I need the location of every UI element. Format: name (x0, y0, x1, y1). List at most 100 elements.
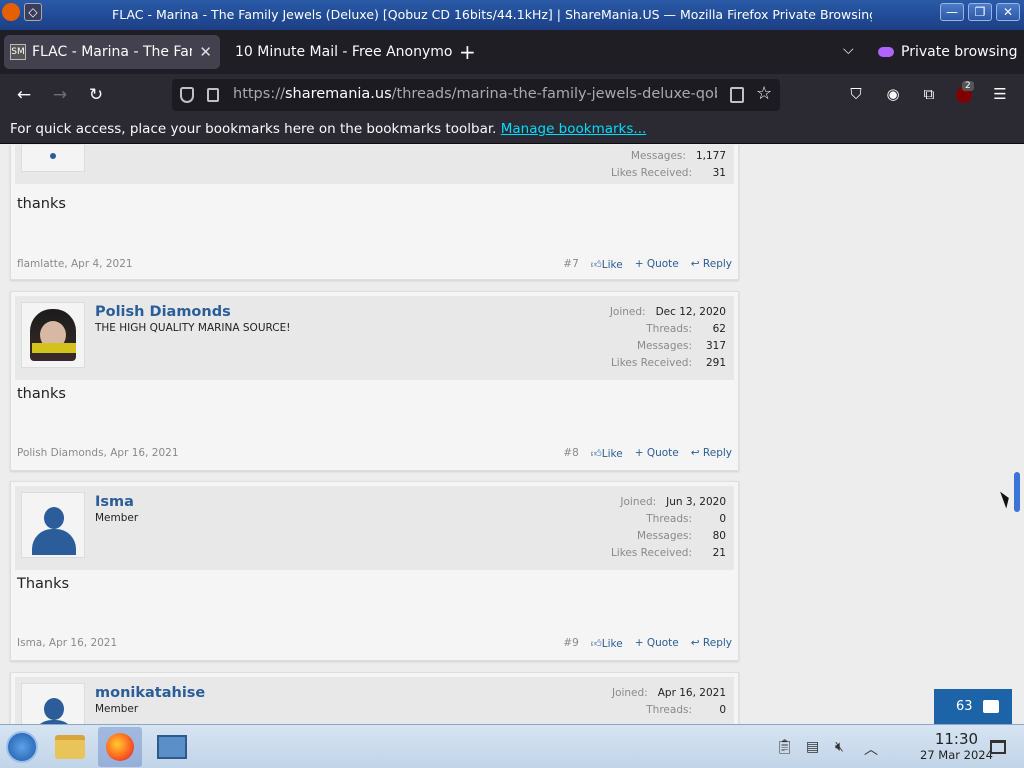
user-avatar[interactable] (21, 145, 85, 172)
tab-10minutemail[interactable]: 10 Minute Mail - Free Anonymous Temporar… (226, 35, 454, 69)
chat-count: 63 (956, 699, 973, 714)
ublock-badge: 2 (962, 81, 974, 91)
post-author-date[interactable]: Isma, Apr 16, 2021 (17, 637, 117, 649)
user-avatar[interactable] (21, 492, 85, 558)
quote-button[interactable]: + Quote (635, 447, 679, 460)
device-tray-icon[interactable]: ▤ (806, 739, 819, 755)
page-content: Messages: 1,177 Likes Received: 31 thanks … (0, 145, 1024, 724)
post-footer: flamlatte, Apr 4, 2021 #7 👍︎Like + Quote… (17, 258, 732, 271)
post-body: thanks (17, 196, 66, 212)
forward-button[interactable]: → (48, 84, 72, 106)
user-avatar[interactable] (21, 302, 85, 368)
forum-post: Isma Member Joined: Jun 3, 2020 Threads: 0… (10, 481, 739, 661)
username-link[interactable]: monikatahise (95, 685, 205, 701)
window-title: FLAC - Marina - The Family Jewels (Delux… (112, 7, 872, 22)
like-button[interactable]: 👍︎Like (591, 258, 623, 271)
username-link[interactable]: Polish Diamonds (95, 304, 231, 320)
user-title: Member (95, 512, 139, 524)
new-tab-button[interactable]: + (459, 42, 476, 62)
firefox-icon[interactable] (2, 3, 20, 21)
clipboard-tray-icon[interactable]: 📋︎ (776, 739, 794, 755)
private-browsing-label: Private browsing (901, 44, 1018, 60)
start-orb-icon (6, 731, 38, 763)
lock-icon[interactable] (207, 88, 219, 102)
show-desktop-icon[interactable] (990, 740, 1006, 754)
quote-button[interactable]: + Quote (635, 258, 679, 271)
close-window-button[interactable]: ✕ (996, 3, 1020, 21)
reply-button[interactable]: ↩ Reply (691, 447, 732, 460)
window-menu-icon[interactable]: ◇ (24, 3, 42, 21)
chat-button[interactable]: 63 (934, 689, 1012, 724)
post-user-header: monikatahise Member Joined: Apr 16, 2021 … (15, 677, 734, 724)
post-number[interactable]: #9 (563, 637, 578, 650)
bookmarks-toolbar: For quick access, place your bookmarks h… (0, 116, 1024, 144)
account-icon[interactable]: ◉ (883, 84, 903, 104)
forum-post: Polish Diamonds THE HIGH QUALITY MARINA … (10, 291, 739, 471)
app-menu-hamburger-icon[interactable]: ☰ (990, 84, 1010, 104)
private-mask-icon (878, 47, 894, 57)
folder-icon (55, 735, 85, 759)
chat-bubble-icon (982, 700, 999, 713)
user-stats: Joined: Jun 3, 2020 Threads: 0 Messages: 80… (610, 496, 726, 559)
taskbar-monitor-app[interactable] (150, 727, 194, 767)
taskbar-firefox[interactable] (98, 727, 142, 767)
maximize-button[interactable]: ❐ (968, 3, 992, 21)
tab-label: FLAC - Marina - The Family Jewels (Delux… (32, 44, 192, 60)
clock-date: 27 Mar 2024 (920, 748, 993, 762)
window-titlebar: ◇ FLAC - Marina - The Family Jewels (Del… (0, 0, 1024, 30)
like-button[interactable]: 👍︎Like (591, 637, 623, 650)
user-title: THE HIGH QUALITY MARINA SOURCE! (95, 322, 291, 334)
user-stats: Joined: Apr 16, 2021 Threads: 0 (611, 687, 726, 716)
bookmarks-hint-text: For quick access, place your bookmarks h… (10, 121, 497, 137)
sharemania-favicon-icon: SM (10, 44, 26, 60)
close-tab-icon[interactable]: ✕ (199, 43, 212, 61)
url-bar[interactable]: https://sharemania.us/threads/marina-the… (172, 79, 780, 111)
post-user-header: Polish Diamonds THE HIGH QUALITY MARINA … (15, 296, 734, 380)
post-body: thanks (17, 386, 66, 402)
extensions-icon[interactable]: ⧉ (919, 84, 939, 104)
reply-button[interactable]: ↩ Reply (691, 637, 732, 650)
bookmark-star-icon[interactable]: ☆ (756, 83, 772, 104)
list-all-tabs-chevron-icon[interactable]: ⌵ (843, 42, 854, 58)
forum-post: monikatahise Member Joined: Apr 16, 2021 … (10, 672, 739, 724)
post-number[interactable]: #8 (563, 447, 578, 460)
private-browsing-indicator: Private browsing (878, 44, 1018, 60)
post-footer: Isma, Apr 16, 2021 #9 👍︎Like + Quote ↩ R… (17, 637, 732, 650)
system-clock[interactable]: 11:30 27 Mar 2024 (920, 730, 993, 762)
user-stats: Messages: 1,177 Likes Received: 31 (610, 150, 726, 179)
quote-button[interactable]: + Quote (635, 637, 679, 650)
reload-button[interactable]: ↻ (84, 84, 108, 106)
reader-view-icon[interactable] (730, 87, 744, 103)
monitor-icon (157, 735, 187, 759)
user-avatar[interactable] (21, 683, 85, 724)
post-footer: Polish Diamonds, Apr 16, 2021 #8 👍︎Like … (17, 447, 732, 460)
manage-bookmarks-link[interactable]: Manage bookmarks... (501, 121, 647, 137)
clock-time: 11:30 (934, 730, 979, 748)
taskbar: 📋︎ ▤ 🔇︎ ︿ 11:30 27 Mar 2024 (0, 724, 1024, 768)
pocket-icon[interactable]: ⛉ (846, 84, 866, 104)
start-button[interactable] (0, 727, 44, 767)
page-scrollbar-thumb[interactable] (1014, 472, 1020, 512)
post-author-date[interactable]: flamlatte, Apr 4, 2021 (17, 258, 133, 270)
like-button[interactable]: 👍︎Like (591, 447, 623, 460)
username-link[interactable]: Isma (95, 494, 134, 510)
forum-post: Messages: 1,177 Likes Received: 31 thanks … (10, 145, 739, 280)
reply-button[interactable]: ↩ Reply (691, 258, 732, 271)
url-text[interactable]: https://sharemania.us/threads/marina-the… (233, 86, 717, 102)
back-button[interactable]: ← (12, 84, 36, 106)
navigation-toolbar: ← → ↻ https://sharemania.us/threads/mari… (0, 74, 1024, 116)
taskbar-file-manager[interactable] (48, 727, 92, 767)
minimize-button[interactable]: — (940, 3, 964, 21)
post-user-header: Messages: 1,177 Likes Received: 31 (15, 145, 734, 184)
user-stats: Joined: Dec 12, 2020 Threads: 62 Messages:… (609, 306, 726, 369)
tab-label: 10 Minute Mail - Free Anonymous Temporar… (235, 44, 453, 60)
show-hidden-icons-chevron-icon[interactable]: ︿ (864, 739, 878, 759)
post-author-date[interactable]: Polish Diamonds, Apr 16, 2021 (17, 447, 179, 459)
volume-muted-icon[interactable]: 🔇︎ (835, 739, 844, 755)
post-number[interactable]: #7 (563, 258, 578, 271)
post-user-header: Isma Member Joined: Jun 3, 2020 Threads: 0… (15, 486, 734, 570)
tab-sharemania[interactable]: SM FLAC - Marina - The Family Jewels (De… (4, 35, 220, 69)
tracking-protection-shield-icon[interactable] (180, 87, 194, 103)
user-title: Member (95, 703, 139, 715)
firefox-icon (106, 733, 134, 761)
